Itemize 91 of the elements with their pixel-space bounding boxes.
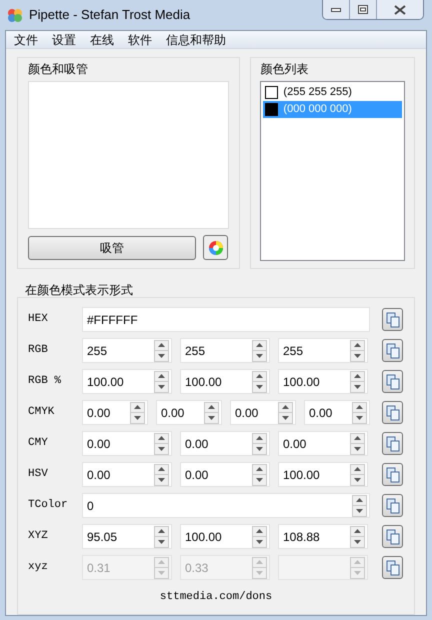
maximize-icon (358, 5, 368, 14)
value-field[interactable]: 100.00 (180, 369, 270, 394)
donate-link[interactable]: sttmedia.com/dons (160, 589, 272, 606)
value-field[interactable]: 0.00 (230, 400, 296, 425)
spin-buttons[interactable] (130, 402, 145, 424)
value-field[interactable]: 100.00 (82, 369, 172, 394)
value-field[interactable]: 100.00 (180, 524, 270, 549)
value-field[interactable]: #FFFFFF (82, 307, 370, 332)
color-wheel-button[interactable] (203, 235, 228, 260)
value-field[interactable]: 108.88 (278, 524, 368, 549)
minimize-button[interactable] (323, 0, 350, 19)
spin-buttons[interactable] (252, 370, 267, 392)
copy-button[interactable] (382, 401, 403, 424)
panel-title: 颜色和吸管 (28, 61, 89, 78)
value-field[interactable]: 0.00 (156, 400, 222, 425)
menu-item[interactable]: 在线 (90, 30, 114, 48)
menu-item[interactable]: 设置 (52, 30, 76, 48)
menu-item[interactable]: 信息和帮助 (166, 30, 226, 48)
copy-button[interactable] (382, 308, 403, 331)
value-field[interactable]: 0.00 (82, 462, 172, 487)
spin-buttons[interactable] (350, 464, 365, 486)
copy-button[interactable] (382, 370, 403, 393)
copy-icon (386, 404, 400, 420)
value-field[interactable]: 100.00 (278, 369, 368, 394)
value-field[interactable]: 0.00 (278, 431, 368, 456)
color-wheel-icon (208, 240, 224, 256)
copy-icon (386, 312, 400, 328)
copy-button[interactable] (382, 339, 403, 362)
pipette-button[interactable]: 吸管 (28, 236, 196, 260)
value-field[interactable]: 255 (180, 338, 270, 363)
mode-label: HSV (28, 467, 49, 482)
spin-buttons[interactable] (352, 402, 367, 424)
spin-buttons[interactable] (252, 340, 267, 362)
value-field[interactable]: 95.05 (82, 524, 172, 549)
spin-buttons[interactable] (350, 526, 365, 548)
copy-button[interactable] (382, 463, 403, 486)
value-field[interactable]: 0 (82, 493, 370, 518)
minimize-icon (331, 8, 341, 12)
mode-label: CMY (28, 436, 49, 452)
maximize-button[interactable] (350, 0, 377, 19)
mode-label: TColor (28, 498, 69, 514)
spin-buttons[interactable] (154, 340, 169, 362)
close-icon (394, 4, 406, 14)
copy-icon (386, 436, 400, 452)
spin-buttons[interactable] (350, 432, 365, 454)
color-label: (000 000 000) (283, 102, 352, 118)
close-button[interactable] (377, 0, 423, 19)
copy-icon (386, 342, 400, 358)
mode-label: RGB (28, 343, 49, 358)
window-title: Pipette - Stefan Trost Media (29, 6, 190, 24)
spin-buttons[interactable] (278, 402, 293, 424)
value-field[interactable]: 255 (278, 338, 368, 363)
mode-label: HEX (28, 312, 49, 328)
value-field[interactable]: 0.00 (82, 400, 148, 425)
value-field[interactable]: 255 (82, 338, 172, 363)
value-field[interactable]: 0.00 (304, 400, 370, 425)
spin-buttons[interactable] (350, 340, 365, 362)
mode-label: XYZ (28, 529, 49, 544)
spin-buttons[interactable] (154, 464, 169, 486)
copy-icon (386, 466, 400, 482)
color-list-item[interactable]: (255 255 255) (263, 84, 402, 101)
spin-buttons[interactable] (350, 370, 365, 392)
mode-label: RGB % (28, 374, 62, 390)
spin-buttons[interactable] (154, 370, 169, 392)
value-field[interactable]: 0.00 (180, 431, 270, 456)
spin-buttons[interactable] (154, 432, 169, 454)
value-field[interactable]: 0.00 (180, 462, 270, 487)
copy-icon (386, 560, 400, 576)
menu-item[interactable]: 软件 (128, 30, 152, 48)
section-title: 在颜色模式表示形式 (25, 282, 134, 297)
color-label: (255 255 255) (283, 85, 352, 100)
mode-label: xyz (28, 560, 49, 576)
spin-buttons[interactable] (252, 464, 267, 486)
copy-icon (386, 528, 400, 544)
copy-button[interactable] (382, 525, 403, 548)
mode-label: CMYK (28, 405, 56, 420)
panel-title: 颜色列表 (260, 61, 310, 78)
copy-button[interactable] (382, 494, 403, 517)
copy-button[interactable] (382, 556, 403, 579)
copy-icon (386, 498, 400, 514)
copy-icon (386, 374, 400, 390)
spin-buttons[interactable] (252, 526, 267, 548)
copy-button[interactable] (382, 432, 403, 455)
spin-buttons[interactable] (252, 432, 267, 454)
app-logo-icon (7, 7, 23, 23)
spin-buttons[interactable] (352, 494, 367, 516)
spin-buttons[interactable] (204, 402, 219, 424)
spin-buttons[interactable] (154, 526, 169, 548)
menu-item[interactable]: 文件 (14, 30, 38, 48)
value-field[interactable]: 0.00 (82, 431, 172, 456)
value-field[interactable]: 100.00 (278, 462, 368, 487)
